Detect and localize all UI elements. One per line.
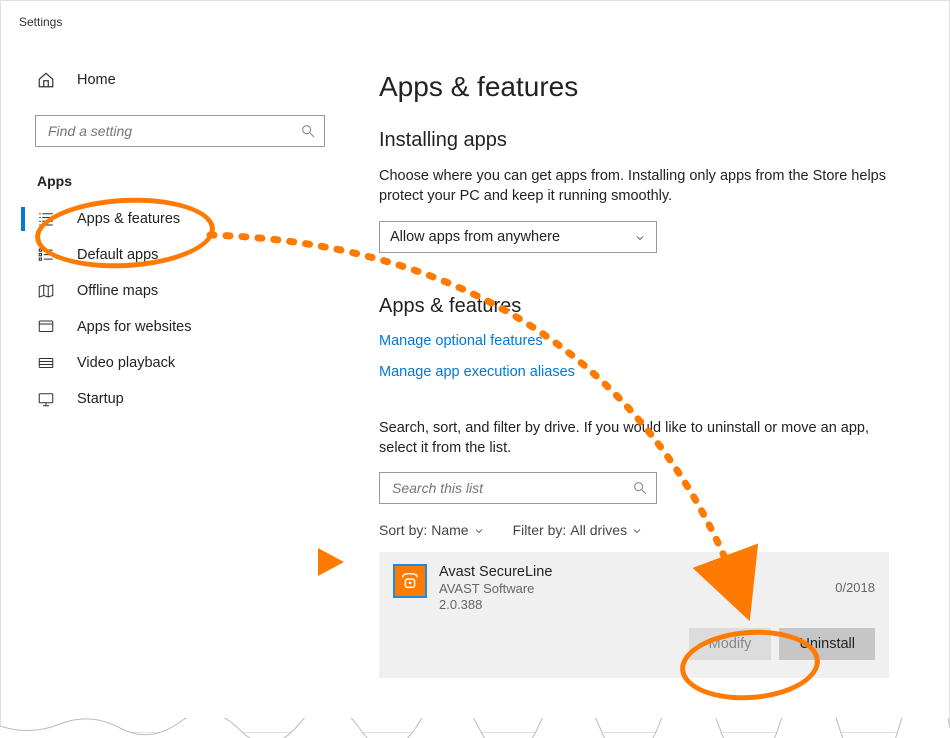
manage-app-aliases-link[interactable]: Manage app execution aliases: [379, 364, 575, 380]
app-name: Avast SecureLine: [439, 564, 835, 580]
nav-label: Video playback: [77, 355, 175, 371]
chevron-down-icon: [631, 524, 643, 536]
startup-icon: [37, 390, 55, 408]
chevron-down-icon: [473, 524, 485, 536]
home-icon: [37, 71, 55, 89]
app-list-item[interactable]: Avast SecureLine AVAST Software 2.0.388 …: [379, 552, 889, 678]
sidebar: Home Apps Apps & features: [1, 31, 339, 732]
dropdown-value: Allow apps from anywhere: [390, 229, 634, 245]
apps-list-search[interactable]: [379, 472, 657, 504]
modify-button[interactable]: Modify: [689, 628, 772, 660]
filter-by-control[interactable]: Filter by: All drives: [513, 522, 643, 538]
sort-label: Sort by:: [379, 522, 427, 538]
window-title: Settings: [19, 15, 62, 29]
sidebar-search-input[interactable]: [46, 122, 300, 140]
filter-label: Filter by:: [513, 522, 567, 538]
search-icon: [300, 123, 316, 139]
nav-label: Offline maps: [77, 283, 158, 299]
nav-label: Apps for websites: [77, 319, 191, 335]
sort-value: Name: [431, 522, 468, 538]
apps-icon: [37, 210, 55, 228]
home-button[interactable]: Home: [1, 63, 339, 97]
app-date: 0/2018: [835, 564, 875, 595]
manage-optional-features-link[interactable]: Manage optional features: [379, 333, 543, 349]
titlebar: Settings: [1, 1, 949, 31]
filter-value: All drives: [570, 522, 627, 538]
installing-heading: Installing apps: [379, 129, 909, 152]
search-icon: [632, 480, 648, 496]
chevron-down-icon: [634, 231, 646, 243]
app-version: 2.0.388: [439, 597, 835, 612]
apps-features-heading: Apps & features: [379, 295, 909, 318]
sort-by-control[interactable]: Sort by: Name: [379, 522, 485, 538]
apps-list-blurb: Search, sort, and filter by drive. If yo…: [379, 418, 899, 459]
sidebar-item-video-playback[interactable]: Video playback: [1, 345, 339, 381]
uninstall-button[interactable]: Uninstall: [779, 628, 875, 660]
sidebar-item-offline-maps[interactable]: Offline maps: [1, 273, 339, 309]
sidebar-item-default-apps[interactable]: Default apps: [1, 237, 339, 273]
sidebar-item-apps-websites[interactable]: Apps for websites: [1, 309, 339, 345]
sidebar-item-apps-features[interactable]: Apps & features: [1, 201, 339, 237]
home-label: Home: [77, 72, 116, 88]
app-icon: [393, 564, 427, 598]
installing-blurb: Choose where you can get apps from. Inst…: [379, 166, 899, 207]
video-icon: [37, 354, 55, 372]
nav-label: Startup: [77, 391, 124, 407]
sidebar-search[interactable]: [35, 115, 325, 147]
nav-label: Default apps: [77, 247, 158, 263]
defaults-icon: [37, 246, 55, 264]
websites-icon: [37, 318, 55, 336]
sidebar-item-startup[interactable]: Startup: [1, 381, 339, 417]
install-source-dropdown[interactable]: Allow apps from anywhere: [379, 221, 657, 253]
maps-icon: [37, 282, 55, 300]
nav-label: Apps & features: [77, 211, 180, 227]
page-title: Apps & features: [379, 71, 909, 103]
app-publisher: AVAST Software: [439, 581, 835, 596]
apps-list-search-input[interactable]: [390, 479, 632, 497]
sidebar-section-head: Apps: [37, 173, 339, 189]
main-panel: Apps & features Installing apps Choose w…: [339, 31, 949, 732]
